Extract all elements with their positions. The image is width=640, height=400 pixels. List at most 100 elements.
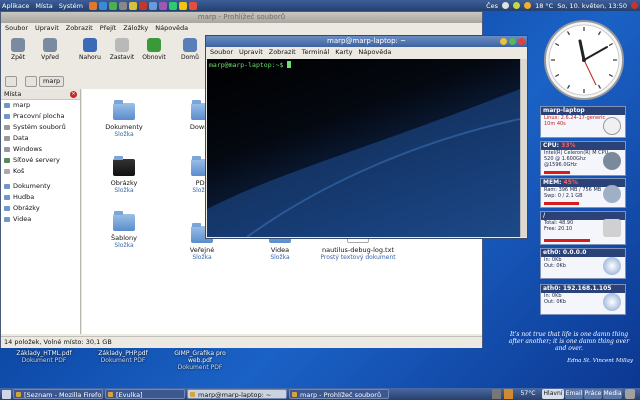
firefox-launcher-icon[interactable] — [88, 1, 97, 10]
menu-system[interactable]: Systém — [59, 2, 83, 10]
taskbar-terminal[interactable]: marp@marp-laptop: ~ — [187, 389, 287, 399]
file-browser-titlebar[interactable]: marp - Prohlížeč souborů — [1, 12, 482, 23]
reload-button[interactable]: Obnovit — [139, 35, 169, 61]
sensors-icon[interactable] — [504, 389, 513, 399]
battery-icon[interactable] — [513, 2, 521, 9]
desktop-icon-php-pdf[interactable]: Základy_PHP.pdf Dokument PDF — [93, 350, 153, 364]
terminal-launcher-icon[interactable] — [118, 1, 127, 10]
calc-launcher-icon[interactable] — [168, 1, 177, 10]
folder-launcher-icon[interactable] — [178, 1, 187, 10]
sidebar-item-label: Síťové servery — [13, 156, 60, 164]
location-marp-button[interactable]: marp — [39, 76, 65, 87]
sidebar-item-filesystem[interactable]: Systém souborů — [1, 122, 80, 133]
sidebar-item-network[interactable]: Síťové servery — [1, 155, 80, 166]
temperature[interactable]: 18 °C — [535, 2, 553, 10]
menu-file[interactable]: Soubor — [5, 24, 28, 34]
desktop-icon-gimp-pdf[interactable]: GIMP_Grafika pro web.pdf Dokument PDF — [170, 350, 230, 371]
task-label: marp - Prohlížeč souborů — [300, 391, 382, 399]
templates-folder-icon — [113, 211, 135, 231]
tux-icon — [603, 117, 621, 135]
stop-button[interactable]: Zastavit — [107, 35, 137, 61]
location-left-arrow[interactable] — [25, 76, 37, 87]
status-bar: 14 položek, Volné místo: 30,1 GB — [1, 336, 482, 348]
cpu-icon — [603, 152, 621, 170]
sidebar-item-music[interactable]: Hudba — [1, 192, 80, 203]
close-icon[interactable] — [518, 38, 525, 45]
folder-icon — [4, 217, 10, 222]
menu-view[interactable]: Zobrazit — [269, 48, 296, 58]
menu-go[interactable]: Přejít — [100, 24, 117, 34]
clock-text[interactable]: So, 10. květen, 13:50 — [557, 2, 627, 10]
menu-tabs[interactable]: Karty — [335, 48, 352, 58]
file-name: nautilus-debug-log.txt — [322, 246, 394, 254]
forward-label: Vpřed — [41, 54, 59, 61]
workspace-media[interactable]: Media — [603, 389, 622, 399]
up-button[interactable]: Nahoru — [75, 35, 105, 61]
file-item-pictures[interactable]: Obrázky Složka — [84, 156, 164, 194]
menu-places[interactable]: Místa — [35, 2, 52, 10]
gimp-launcher-icon[interactable] — [128, 1, 137, 10]
desktop-clock-widget — [544, 20, 624, 100]
sidebar-item-videos[interactable]: Videa — [1, 214, 80, 225]
toggle-location-button[interactable] — [5, 76, 17, 87]
show-desktop-icon[interactable] — [2, 389, 11, 399]
trash-applet-icon[interactable] — [625, 389, 635, 399]
close-sidebar-icon[interactable]: × — [70, 91, 77, 98]
drive-icon — [4, 136, 10, 141]
terminal-scrollbar[interactable] — [520, 59, 527, 237]
maximize-icon[interactable] — [509, 38, 516, 45]
stop-label: Zastavit — [109, 54, 135, 61]
menu-edit[interactable]: Upravit — [35, 24, 59, 34]
quote-author: Edna St. Vincent Millay — [567, 358, 633, 364]
power-icon[interactable] — [631, 2, 638, 9]
network-icon — [4, 158, 10, 163]
sidebar-header[interactable]: Místa × — [1, 89, 80, 100]
workspace-main[interactable]: Hlavní — [542, 389, 564, 399]
back-arrow-icon — [11, 38, 25, 52]
file-item-templates[interactable]: Šablony Složka — [84, 211, 164, 249]
network-icon[interactable] — [502, 2, 510, 9]
writer-launcher-icon[interactable] — [148, 1, 157, 10]
minimize-icon[interactable] — [500, 38, 507, 45]
applet-icon[interactable] — [492, 389, 501, 399]
menu-bookmarks[interactable]: Záložky — [123, 24, 148, 34]
mail-launcher-icon[interactable] — [98, 1, 107, 10]
menu-applications[interactable]: Aplikace — [2, 2, 29, 10]
menu-edit[interactable]: Upravit — [239, 48, 263, 58]
sidebar-item-data[interactable]: Data — [1, 133, 80, 144]
menu-help[interactable]: Nápověda — [358, 48, 391, 58]
media-launcher-icon[interactable] — [158, 1, 167, 10]
mem-value: 45% — [563, 179, 578, 186]
sidebar-item-home[interactable]: marp — [1, 100, 80, 111]
sidebar-item-documents[interactable]: Dokumenty — [1, 181, 80, 192]
shutdown-launcher-icon[interactable] — [188, 1, 197, 10]
forward-button[interactable]: Vpřed — [35, 35, 65, 61]
sidebar-item-desktop[interactable]: Pracovní plocha — [1, 111, 80, 122]
file-type: Složka — [114, 242, 134, 249]
mem-bar — [544, 202, 579, 205]
opera-launcher-icon[interactable] — [138, 1, 147, 10]
sidebar-item-windows[interactable]: Windows — [1, 144, 80, 155]
taskbar-evulka[interactable]: [Evulka] — [105, 389, 185, 399]
file-type: Složka — [114, 131, 134, 138]
sidebar-item-pictures[interactable]: Obrázky — [1, 203, 80, 214]
file-item-documents[interactable]: Dokumenty Složka — [84, 100, 164, 138]
home-button[interactable]: Domů — [175, 35, 205, 61]
sidebar-item-label: Pracovní plocha — [13, 112, 65, 120]
pidgin-launcher-icon[interactable] — [108, 1, 117, 10]
menu-help[interactable]: Nápověda — [155, 24, 188, 34]
taskbar-firefox[interactable]: [Seznam - Mozilla Firefo... — [13, 389, 103, 399]
desktop-icon-html-pdf[interactable]: Základy_HTML.pdf Dokument PDF — [14, 350, 74, 364]
menu-view[interactable]: Zobrazit — [66, 24, 93, 34]
terminal-body[interactable]: marp@marp-laptop:~$ — [207, 59, 520, 237]
terminal-titlebar[interactable]: marp@marp-laptop: ~ — [206, 36, 527, 47]
sidebar-item-trash[interactable]: Koš — [1, 166, 80, 177]
workspace-email[interactable]: Email — [565, 389, 583, 399]
back-button[interactable]: Zpět — [3, 35, 33, 61]
task-label: [Evulka] — [116, 391, 143, 399]
keyboard-layout[interactable]: Čes — [486, 2, 498, 10]
menu-terminal[interactable]: Terminál — [302, 48, 329, 58]
menu-file[interactable]: Soubor — [210, 48, 233, 58]
taskbar-file-browser[interactable]: marp - Prohlížeč souborů — [289, 389, 389, 399]
workspace-work[interactable]: Práce — [584, 389, 602, 399]
